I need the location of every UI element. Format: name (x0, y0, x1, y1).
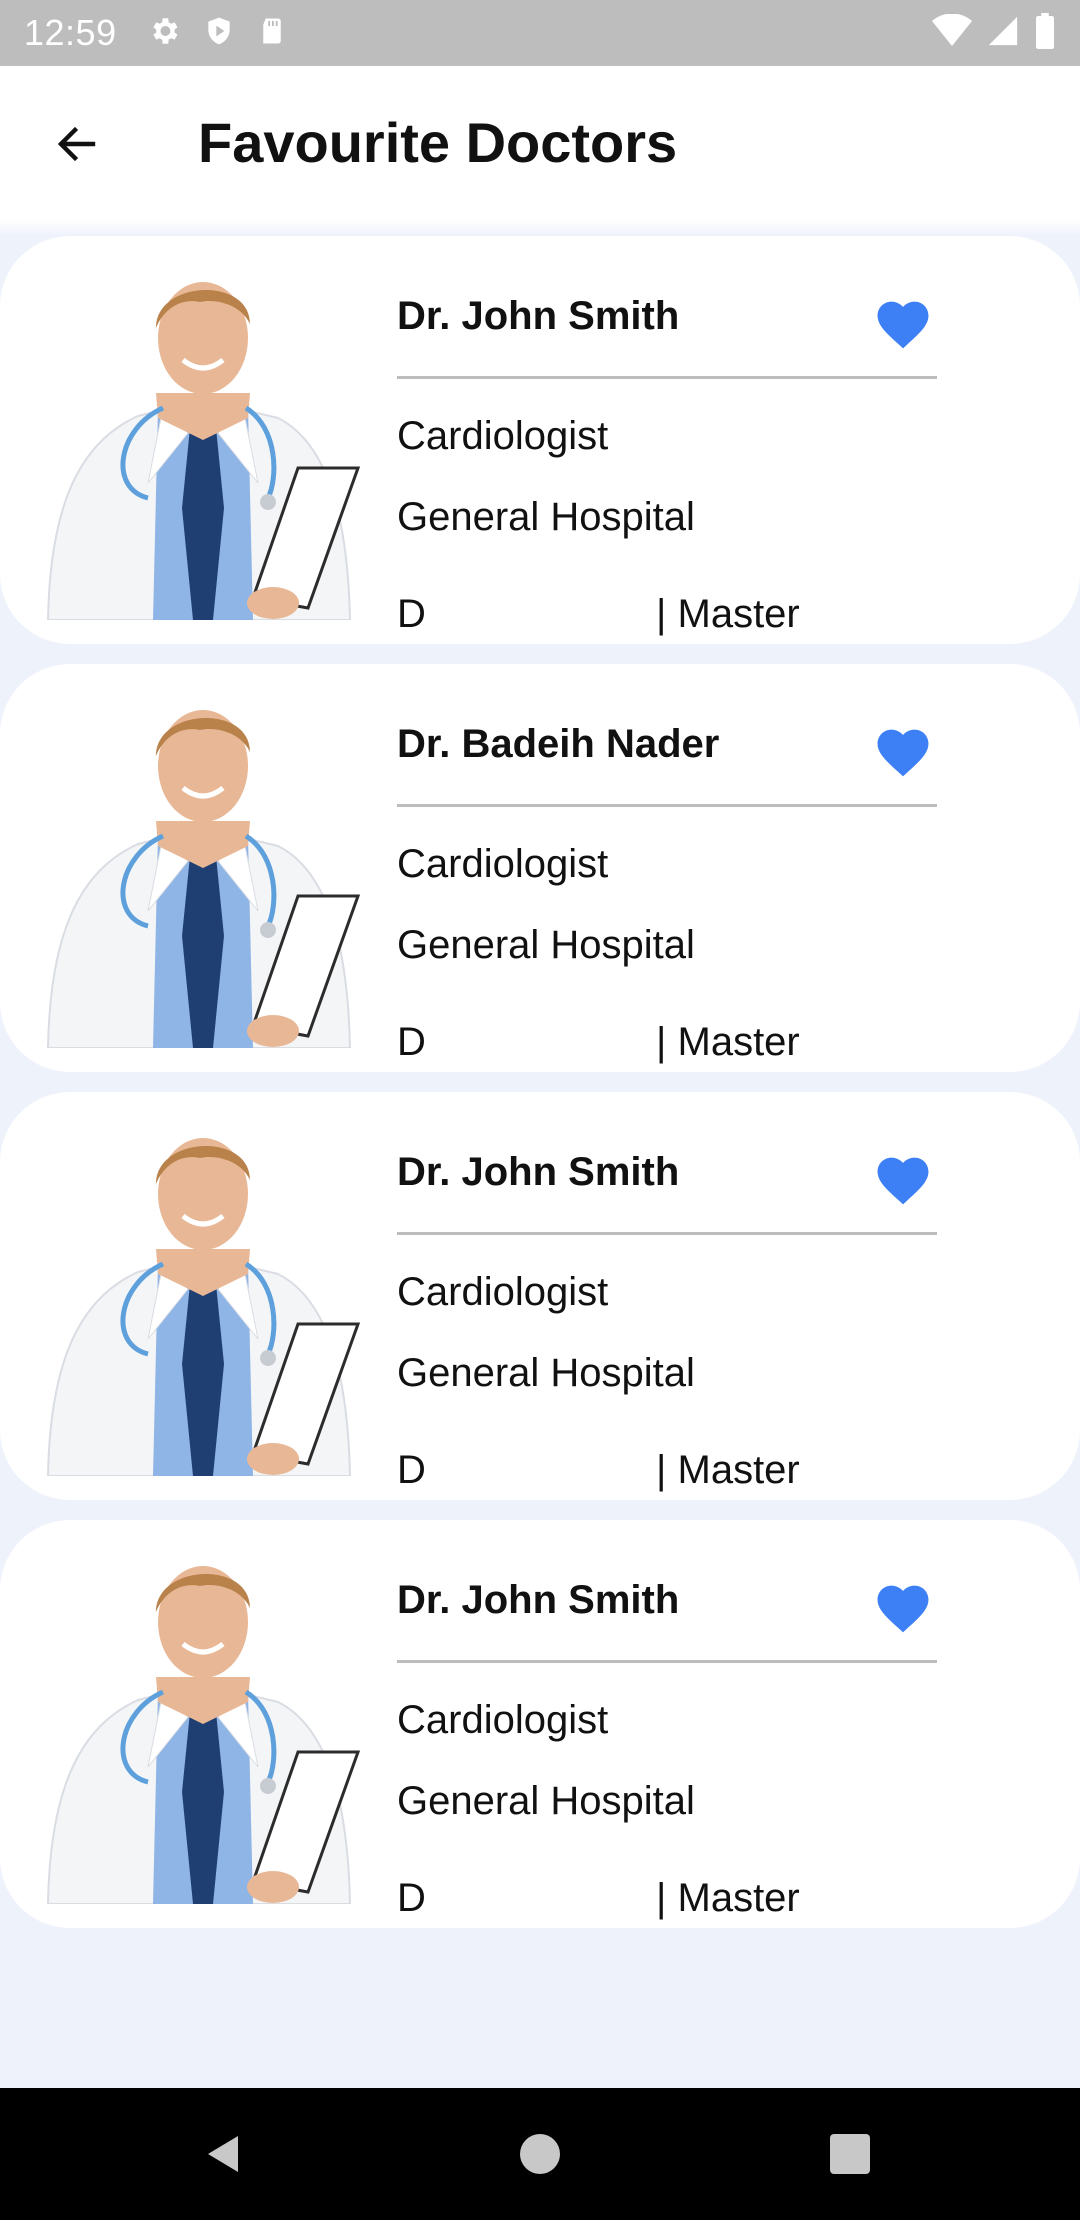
favorite-button[interactable] (872, 1578, 934, 1634)
home-circle-icon (520, 2134, 560, 2174)
battery-icon (1034, 12, 1056, 54)
back-button[interactable] (46, 113, 108, 175)
doctor-photo (46, 710, 361, 1048)
doctor-hospital: General Hospital (397, 1779, 695, 1823)
system-nav-bar (0, 2088, 1080, 2220)
heart-icon (877, 301, 929, 349)
favorite-button[interactable] (872, 1150, 934, 1206)
favorite-button[interactable] (872, 294, 934, 350)
doctor-name: Dr. John Smith (397, 1150, 680, 1194)
doctor-hospital: General Hospital (397, 1351, 695, 1395)
doctor-level: | Master (656, 1448, 800, 1492)
gear-icon (147, 14, 181, 53)
doctor-specialty: Cardiologist (397, 414, 609, 458)
doctor-card[interactable]: Dr. John Smith Cardiologist General Hosp… (0, 1520, 1080, 1928)
heart-icon (877, 1157, 929, 1205)
doctor-degree: D (397, 1876, 426, 1920)
doctor-card[interactable]: Dr. Badeih Nader Cardiologist General Ho… (0, 664, 1080, 1072)
doctor-photo (46, 1138, 361, 1476)
heart-icon (877, 1585, 929, 1633)
status-bar: 12:59 (0, 0, 1080, 66)
favorite-button[interactable] (872, 722, 934, 778)
divider (397, 1660, 937, 1663)
divider (397, 376, 937, 379)
app-bar: Favourite Doctors (0, 66, 1080, 220)
doctor-name: Dr. John Smith (397, 1578, 680, 1622)
doctor-degree: D (397, 592, 426, 636)
heart-icon (877, 729, 929, 777)
favourite-doctors-list: Dr. John Smith Cardiologist General Hosp… (0, 220, 1080, 2088)
wifi-icon (932, 13, 972, 53)
divider (397, 804, 937, 807)
doctor-degree: D (397, 1020, 426, 1064)
page-title: Favourite Doctors (198, 111, 678, 174)
nav-recents-button[interactable] (822, 2126, 878, 2182)
doctor-specialty: Cardiologist (397, 1270, 609, 1314)
doctor-level: | Master (656, 592, 800, 636)
status-time: 12:59 (24, 12, 117, 53)
nav-back-button[interactable] (196, 2126, 252, 2182)
doctor-hospital: General Hospital (397, 923, 695, 967)
doctor-photo (46, 1566, 361, 1904)
signal-icon (986, 14, 1020, 53)
nav-home-button[interactable] (512, 2126, 568, 2182)
doctor-card[interactable]: Dr. John Smith Cardiologist General Hosp… (0, 236, 1080, 644)
doctor-name: Dr. Badeih Nader (397, 722, 720, 766)
doctor-name: Dr. John Smith (397, 294, 680, 338)
divider (397, 1232, 937, 1235)
back-triangle-icon (208, 2136, 238, 2172)
doctor-card[interactable]: Dr. John Smith Cardiologist General Hosp… (0, 1092, 1080, 1500)
doctor-hospital: General Hospital (397, 495, 695, 539)
arrow-left-icon (57, 126, 96, 162)
doctor-specialty: Cardiologist (397, 1698, 609, 1742)
sd-card-icon (257, 14, 287, 53)
doctor-specialty: Cardiologist (397, 842, 609, 886)
doctor-level: | Master (656, 1020, 800, 1064)
shield-icon (203, 14, 235, 53)
doctor-degree: D (397, 1448, 426, 1492)
recents-square-icon (830, 2134, 870, 2174)
doctor-level: | Master (656, 1876, 800, 1920)
doctor-photo (46, 282, 361, 620)
